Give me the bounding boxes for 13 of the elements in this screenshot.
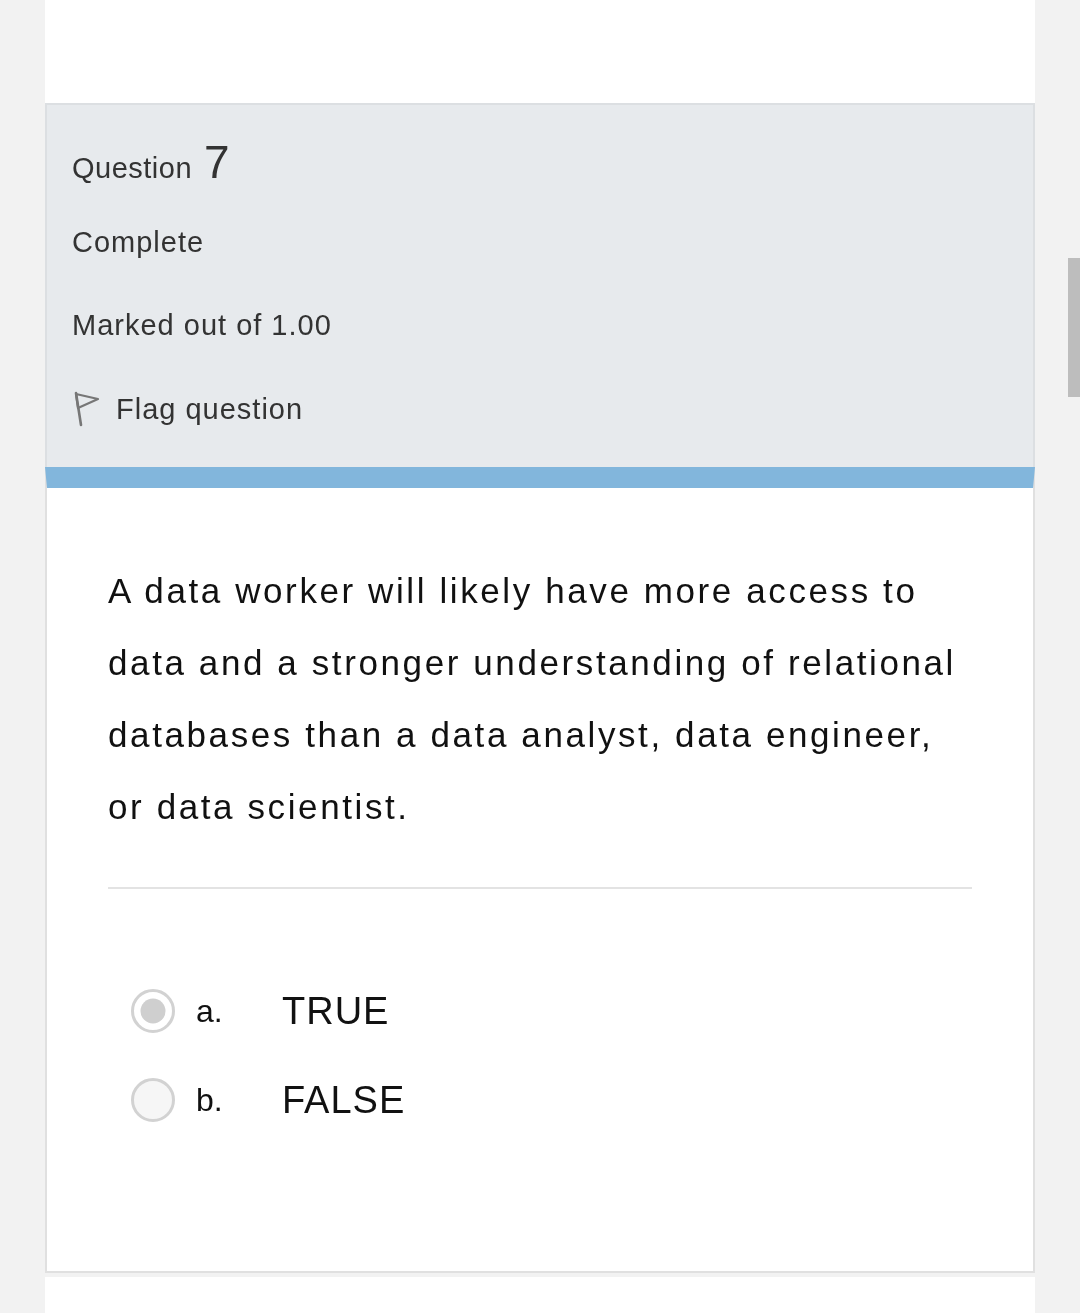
question-state: Complete — [72, 225, 205, 260]
radio-button[interactable] — [131, 1078, 175, 1122]
flag-question-link[interactable]: Flag question — [72, 389, 304, 429]
option-letter: a. — [196, 992, 224, 1030]
scrollbar-thumb[interactable] — [1068, 258, 1080, 397]
radio-button[interactable] — [131, 989, 175, 1033]
question-number: 7 — [204, 135, 230, 189]
option-letter: b. — [196, 1081, 224, 1119]
question-grade: Marked out of 1.00 — [72, 308, 332, 343]
question-label: Question — [72, 152, 193, 185]
option-label: TRUE — [282, 989, 390, 1033]
question-text: A data worker will likely have more access to data and a stronger understanding of relational databases than a data analyst, data engineer, or data scientist. — [108, 570, 957, 828]
option-label: FALSE — [282, 1078, 406, 1122]
